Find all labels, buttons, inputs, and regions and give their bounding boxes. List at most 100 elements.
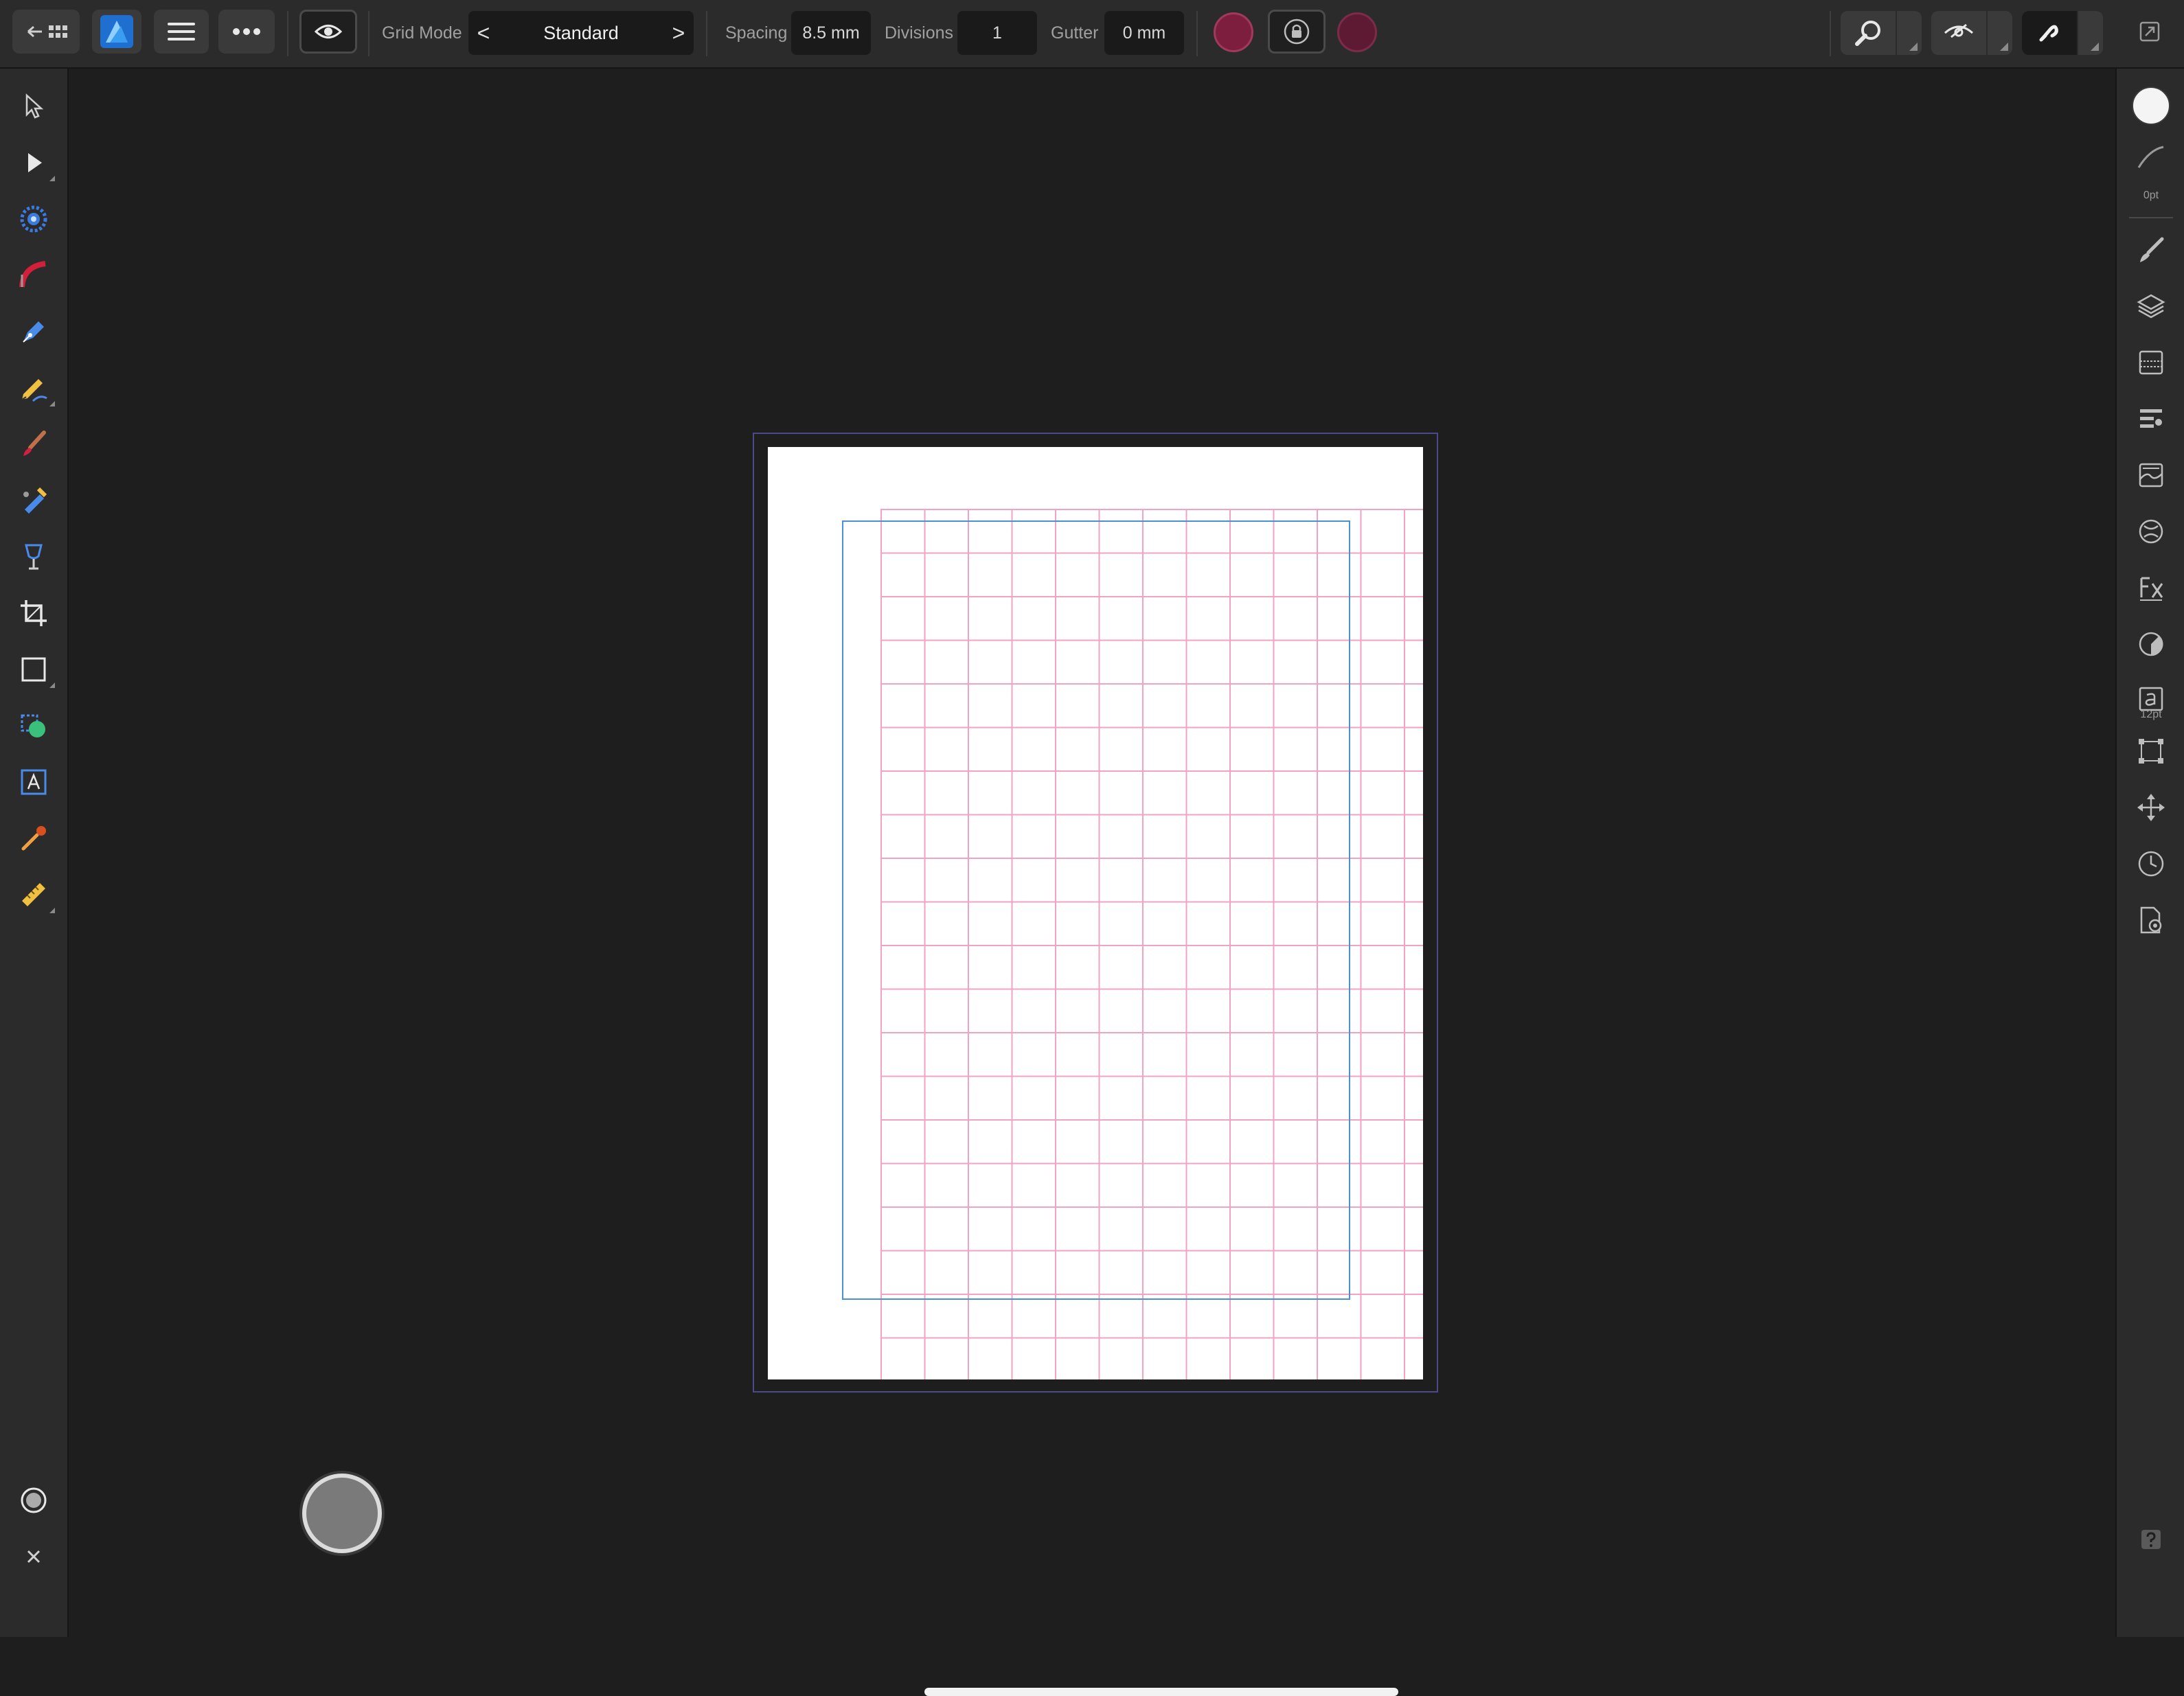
swatches-studio-button[interactable] [2130,455,2172,496]
zoom-tool-group[interactable] [1841,11,1922,55]
transform-studio-button[interactable] [2130,731,2172,772]
submenu-corner-icon [49,176,55,181]
color-picker-tool[interactable] [14,818,54,858]
snapping-button[interactable] [2022,11,2077,55]
toolbar-separator [1830,11,1831,56]
transparency-tool[interactable] [14,537,54,577]
text-styles-studio-button[interactable] [2130,398,2172,439]
toolbar-separator [368,11,369,56]
rectangle-tool-icon [21,657,46,682]
vector-brush-tool[interactable] [14,424,54,464]
grid-mode-selector: < Standard > [468,11,694,55]
appearance-studio-button[interactable] [2130,342,2172,383]
paint-brush-icon [23,431,46,456]
magnet-icon [2039,25,2058,42]
shape-builder-tool[interactable] [14,706,54,746]
hamburger-icon [168,23,195,41]
subdivision-color-swatch[interactable] [1337,12,1377,52]
navigator-studio-button[interactable] [2130,787,2172,828]
zoom-button[interactable] [1841,11,1896,55]
grid-mode-value[interactable]: Standard [499,11,663,55]
gutter-field[interactable]: 0 mm [1104,11,1184,55]
fx-studio-icon [2140,577,2163,601]
view-quality-button[interactable] [1931,11,1986,55]
rectangle-tool[interactable] [14,650,55,689]
close-tools-button[interactable] [14,1537,54,1577]
more-options-button[interactable] [218,10,275,54]
fill-tool[interactable] [14,481,54,520]
expand-window-icon [2139,21,2160,42]
pen-tool[interactable] [14,312,54,352]
toolbar-separator [287,11,288,56]
help-icon [2141,1530,2161,1549]
view-quality-group[interactable] [1931,11,2012,55]
spacing-field[interactable]: 8.5 mm [791,11,871,55]
crop-tool[interactable] [14,593,54,633]
modifier-controller-button[interactable] [302,1474,382,1553]
brushes-studio-icon [2140,237,2164,262]
gradient-studio-button[interactable] [2130,623,2172,665]
adjustments-studio-button[interactable] [2130,511,2172,552]
swatches-studio-icon [2139,463,2163,488]
corner-tool[interactable] [14,199,54,239]
pen-brush-tool[interactable] [14,255,54,295]
document-settings-icon [2140,906,2162,934]
stroke-studio-button[interactable] [2130,137,2172,179]
designer-logo-icon [100,15,133,48]
persona-designer-button[interactable] [92,10,141,54]
move-tool[interactable] [14,87,54,126]
document-page[interactable] [768,447,1423,1379]
main-menu-button[interactable] [154,10,209,54]
divisions-field[interactable]: 1 [957,11,1037,55]
lock-grid-button[interactable] [1268,10,1326,54]
gallery-back-button[interactable] [12,10,80,54]
shape-builder-icon [21,714,45,737]
text-tool-icon [21,769,47,795]
gradient-studio-icon [2139,632,2163,656]
grid-mode-next-button[interactable]: > [663,11,694,55]
pencil-tool[interactable] [14,368,55,408]
navigator-studio-icon [2137,794,2165,821]
lock-circle-icon [1284,19,1310,45]
stroke-studio-icon [2137,146,2164,168]
back-arrow-icon [27,25,67,38]
grid-mode-prev-button[interactable]: < [468,11,499,55]
record-circle-icon [21,1487,47,1513]
node-tool-icon [28,153,42,172]
text-styles-studio-icon [2140,409,2162,428]
dropdown-corner-icon [1909,43,1918,51]
snapping-group[interactable] [2022,11,2103,55]
document-canvas[interactable] [69,69,2115,1696]
margin-guides [842,520,1350,1300]
transparency-tool-icon [25,544,43,570]
close-icon [27,1550,41,1563]
color-studio-button[interactable] [2130,85,2172,126]
toggle-ui-button[interactable] [2129,10,2170,54]
vector-brush-icon [19,261,46,288]
tools-panel [0,69,69,1637]
toolbar-separator [1196,11,1198,56]
brushes-studio-button[interactable] [2130,229,2172,271]
fx-studio-button[interactable] [2130,567,2172,608]
color-target-toggle[interactable] [14,1480,54,1520]
node-tool[interactable] [14,143,55,183]
studio-panel: 0pt 12pt [2115,69,2184,1637]
view-mode-button[interactable] [299,10,357,54]
divisions-label: Divisions [885,23,954,43]
layers-studio-button[interactable] [2130,286,2172,327]
group-divider [2077,11,2078,55]
move-tool-icon [25,93,44,119]
measure-tool-icon [22,883,45,906]
grid-color-swatch[interactable] [1214,12,1253,52]
text-size-label: 12pt [2140,709,2162,720]
appearance-studio-icon [2139,350,2163,375]
artistic-text-tool[interactable] [14,762,54,802]
spacing-label: Spacing [725,23,788,43]
panel-divider [2129,217,2173,218]
dropdown-corner-icon [2000,43,2008,51]
transform-studio-icon [2139,739,2163,764]
history-studio-button[interactable] [2130,843,2172,884]
measure-tool[interactable] [14,875,55,915]
help-button[interactable] [2135,1523,2168,1556]
document-settings-button[interactable] [2130,899,2172,941]
